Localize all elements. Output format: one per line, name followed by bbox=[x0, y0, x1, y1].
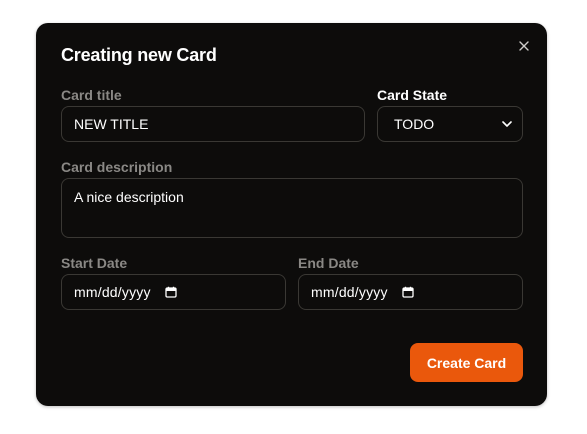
start-date-label: Start Date bbox=[61, 255, 128, 271]
end-date-label: End Date bbox=[298, 255, 359, 271]
card-description-value: A nice description bbox=[74, 189, 184, 205]
calendar-icon[interactable] bbox=[402, 286, 414, 298]
card-title-label: Card title bbox=[61, 87, 122, 103]
start-date-value: mm/dd/yyyy bbox=[74, 284, 151, 300]
card-title-value: NEW TITLE bbox=[74, 116, 149, 132]
create-card-button[interactable]: Create Card bbox=[410, 343, 523, 382]
end-date-input[interactable]: mm/dd/yyyy bbox=[298, 274, 523, 310]
card-state-label: Card State bbox=[377, 87, 448, 103]
card-title-input[interactable]: NEW TITLE bbox=[61, 106, 365, 142]
card-state-select[interactable]: TODO bbox=[377, 106, 523, 142]
card-description-label: Card description bbox=[61, 159, 173, 175]
card-state-value: TODO bbox=[394, 116, 435, 132]
chevron-down-icon bbox=[502, 121, 512, 127]
create-card-modal: Creating new Card Card title NEW TITLE C… bbox=[36, 23, 547, 406]
calendar-icon[interactable] bbox=[165, 286, 177, 298]
close-icon[interactable] bbox=[517, 39, 531, 53]
end-date-value: mm/dd/yyyy bbox=[311, 284, 388, 300]
start-date-input[interactable]: mm/dd/yyyy bbox=[61, 274, 286, 310]
modal-title: Creating new Card bbox=[61, 45, 217, 65]
card-description-textarea[interactable]: A nice description bbox=[61, 178, 523, 238]
